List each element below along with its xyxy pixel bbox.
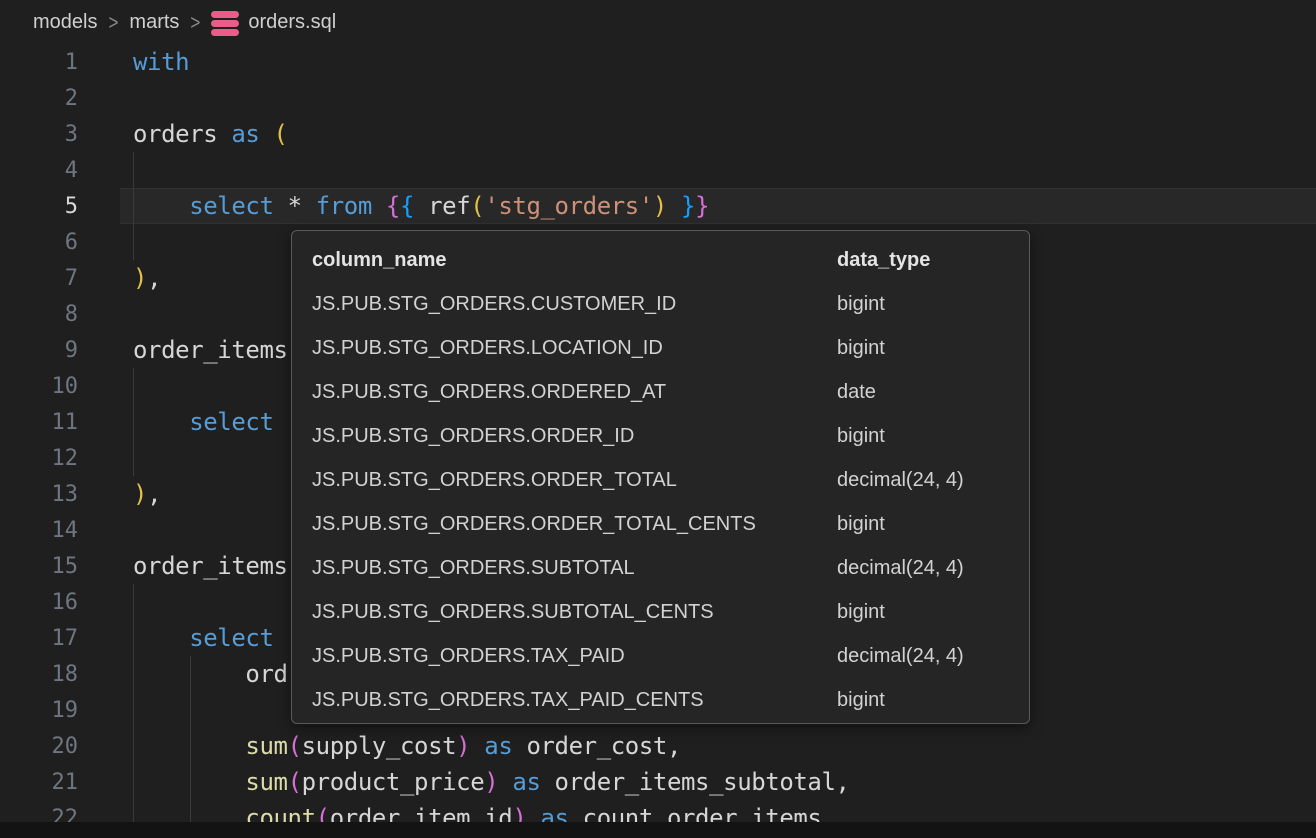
code-line[interactable]: 5 select * from {{ ref('stg_orders') }} xyxy=(0,188,1316,224)
hover-row: JS.PUB.STG_ORDERS.SUBTOTALdecimal(24, 4) xyxy=(312,546,1013,590)
code-text: sum(supply_cost) as order_cost, xyxy=(133,732,681,760)
code-text: ), xyxy=(133,480,161,508)
hover-header-data-type: data_type xyxy=(837,249,1013,272)
line-number[interactable]: 10 xyxy=(0,374,78,399)
breadcrumb-item-marts[interactable]: marts xyxy=(129,11,179,34)
line-number[interactable]: 8 xyxy=(0,302,78,327)
line-number[interactable]: 9 xyxy=(0,338,78,363)
hover-cell-data-type: decimal(24, 4) xyxy=(837,557,1013,580)
hover-cell-data-type: decimal(24, 4) xyxy=(837,645,1013,668)
database-icon xyxy=(211,11,239,36)
code-editor[interactable]: 1 with 2 3 orders as ( 4 5 select * from {{ re… xyxy=(0,0,1316,838)
code-text: order_items xyxy=(133,336,288,364)
hover-cell-data-type: bigint xyxy=(837,425,1013,448)
code-line[interactable]: 1 with xyxy=(0,44,1316,80)
code-text: order_items xyxy=(133,552,288,580)
hover-tooltip: column_name data_type JS.PUB.STG_ORDERS.… xyxy=(291,230,1030,724)
line-number[interactable]: 17 xyxy=(0,626,78,651)
line-number[interactable]: 19 xyxy=(0,698,78,723)
hover-row: JS.PUB.STG_ORDERS.ORDER_TOTALdecimal(24,… xyxy=(312,458,1013,502)
hover-row: JS.PUB.STG_ORDERS.SUBTOTAL_CENTSbigint xyxy=(312,590,1013,634)
breadcrumb-item-models[interactable]: models xyxy=(33,11,97,34)
hover-cell-column-name: JS.PUB.STG_ORDERS.TAX_PAID_CENTS xyxy=(312,689,837,712)
code-text: orders as ( xyxy=(133,120,288,148)
code-line[interactable]: 20 sum(supply_cost) as order_cost, xyxy=(0,728,1316,764)
hover-cell-column-name: JS.PUB.STG_ORDERS.ORDERED_AT xyxy=(312,381,837,404)
hover-header-column-name: column_name xyxy=(312,249,837,272)
line-number[interactable]: 16 xyxy=(0,590,78,615)
hover-table-header: column_name data_type xyxy=(312,238,1013,282)
hover-cell-data-type: bigint xyxy=(837,601,1013,624)
code-text: with xyxy=(133,48,189,76)
chevron-right-icon: > xyxy=(108,10,118,35)
line-number[interactable]: 12 xyxy=(0,446,78,471)
hover-row: JS.PUB.STG_ORDERS.ORDER_IDbigint xyxy=(312,414,1013,458)
line-number[interactable]: 14 xyxy=(0,518,78,543)
hover-row: JS.PUB.STG_ORDERS.ORDERED_ATdate xyxy=(312,370,1013,414)
line-number[interactable]: 6 xyxy=(0,230,78,255)
line-number[interactable]: 18 xyxy=(0,662,78,687)
hover-table-body: JS.PUB.STG_ORDERS.CUSTOMER_IDbigintJS.PU… xyxy=(312,282,1013,722)
code-line[interactable]: 4 xyxy=(0,152,1316,188)
hover-cell-data-type: bigint xyxy=(837,337,1013,360)
line-number[interactable]: 5 xyxy=(0,194,78,219)
code-text: select xyxy=(133,408,274,436)
code-text: select xyxy=(133,624,274,652)
panel-divider xyxy=(0,822,1316,838)
hover-cell-column-name: JS.PUB.STG_ORDERS.CUSTOMER_ID xyxy=(312,293,837,316)
line-number[interactable]: 11 xyxy=(0,410,78,435)
hover-cell-column-name: JS.PUB.STG_ORDERS.LOCATION_ID xyxy=(312,337,837,360)
hover-cell-data-type: bigint xyxy=(837,689,1013,712)
line-number[interactable]: 1 xyxy=(0,50,78,75)
code-text: ord xyxy=(133,660,288,688)
hover-cell-column-name: JS.PUB.STG_ORDERS.ORDER_TOTAL_CENTS xyxy=(312,513,837,536)
hover-cell-column-name: JS.PUB.STG_ORDERS.TAX_PAID xyxy=(312,645,837,668)
breadcrumb-item-file[interactable]: orders.sql xyxy=(248,11,336,34)
code-line[interactable]: 3 orders as ( xyxy=(0,116,1316,152)
code-text: select * from {{ ref('stg_orders') }} xyxy=(133,192,709,220)
hover-row: JS.PUB.STG_ORDERS.TAX_PAIDdecimal(24, 4) xyxy=(312,634,1013,678)
hover-row: JS.PUB.STG_ORDERS.TAX_PAID_CENTSbigint xyxy=(312,678,1013,722)
hover-row: JS.PUB.STG_ORDERS.LOCATION_IDbigint xyxy=(312,326,1013,370)
hover-row: JS.PUB.STG_ORDERS.ORDER_TOTAL_CENTSbigin… xyxy=(312,502,1013,546)
hover-cell-data-type: bigint xyxy=(837,513,1013,536)
code-text: sum(product_price) as order_items_subtot… xyxy=(133,768,850,796)
hover-cell-column-name: JS.PUB.STG_ORDERS.SUBTOTAL_CENTS xyxy=(312,601,837,624)
hover-cell-column-name: JS.PUB.STG_ORDERS.ORDER_TOTAL xyxy=(312,469,837,492)
breadcrumb: models > marts > orders.sql xyxy=(0,0,1316,45)
hover-cell-data-type: decimal(24, 4) xyxy=(837,469,1013,492)
hover-cell-data-type: bigint xyxy=(837,293,1013,316)
hover-row: JS.PUB.STG_ORDERS.CUSTOMER_IDbigint xyxy=(312,282,1013,326)
hover-cell-column-name: JS.PUB.STG_ORDERS.SUBTOTAL xyxy=(312,557,837,580)
code-text: ), xyxy=(133,264,161,292)
line-number[interactable]: 15 xyxy=(0,554,78,579)
line-number[interactable]: 20 xyxy=(0,734,78,759)
line-number[interactable]: 21 xyxy=(0,770,78,795)
code-line[interactable]: 2 xyxy=(0,80,1316,116)
line-number[interactable]: 3 xyxy=(0,122,78,147)
code-line[interactable]: 21 sum(product_price) as order_items_sub… xyxy=(0,764,1316,800)
hover-cell-data-type: date xyxy=(837,381,1013,404)
line-number[interactable]: 4 xyxy=(0,158,78,183)
line-number[interactable]: 13 xyxy=(0,482,78,507)
hover-cell-column-name: JS.PUB.STG_ORDERS.ORDER_ID xyxy=(312,425,837,448)
chevron-right-icon: > xyxy=(190,10,200,35)
line-number[interactable]: 7 xyxy=(0,266,78,291)
line-number[interactable]: 2 xyxy=(0,86,78,111)
